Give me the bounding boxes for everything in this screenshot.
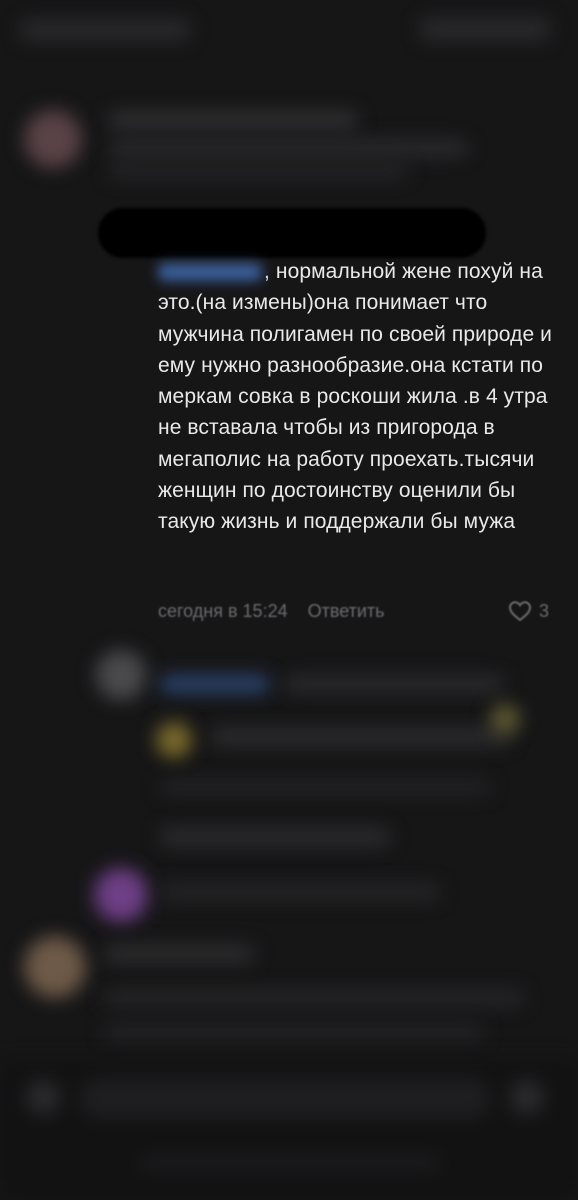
top-bar: [0, 0, 578, 60]
previous-comment-text: [108, 164, 408, 178]
emoji-icon: [156, 722, 192, 758]
comment-timestamp: сегодня в 15:24: [158, 601, 288, 621]
emoji-icon: [490, 704, 520, 734]
avatar[interactable]: [94, 868, 148, 922]
comment-body: , нормальной жене похуй на это.(на измен…: [158, 260, 553, 534]
avatar[interactable]: [96, 650, 146, 700]
like-button[interactable]: 3: [508, 600, 549, 622]
reply-text: [160, 884, 440, 900]
like-count: 3: [539, 600, 550, 621]
nav-bar: [140, 1156, 440, 1170]
avatar[interactable]: [24, 936, 86, 998]
reply-button[interactable]: Ответить: [308, 601, 385, 622]
comment-input[interactable]: [80, 1078, 490, 1118]
send-icon[interactable]: [510, 1080, 544, 1114]
heart-outline-icon: [508, 601, 532, 622]
attach-icon[interactable]: [26, 1080, 60, 1114]
next-comment-text: [104, 990, 524, 1006]
reply-mention-link[interactable]: [158, 263, 262, 282]
reply-text: [160, 828, 390, 846]
reply-text: [284, 676, 504, 692]
previous-comment-author: [108, 112, 358, 128]
reply-author: [160, 676, 270, 692]
comment-meta: сегодня в 15:24 Ответить: [158, 601, 385, 622]
next-comment-author: [104, 946, 254, 962]
reply-text: [210, 728, 510, 746]
reply-meta: [160, 780, 490, 794]
top-bar-action-placeholder[interactable]: [420, 18, 550, 40]
redacted-author-name: [98, 208, 486, 258]
top-bar-title-placeholder: [20, 20, 190, 40]
comment-text: , нормальной жене похуй на это.(на измен…: [158, 256, 568, 538]
next-comment-text: [104, 1024, 484, 1040]
avatar[interactable]: [24, 110, 82, 168]
previous-comment-text: [108, 140, 468, 156]
bottom-bar: [0, 1060, 578, 1200]
